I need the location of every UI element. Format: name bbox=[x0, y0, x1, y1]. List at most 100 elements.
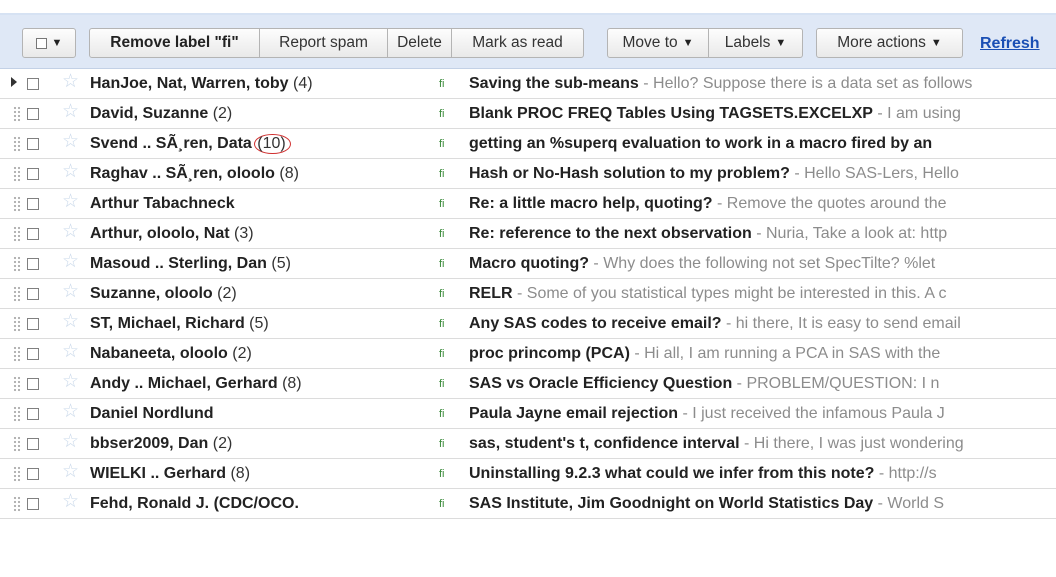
label-tag[interactable]: fi bbox=[439, 348, 445, 360]
label-tag[interactable]: fi bbox=[439, 108, 445, 120]
drag-handle-icon[interactable] bbox=[13, 106, 21, 122]
label-tag[interactable]: fi bbox=[439, 138, 445, 150]
star-icon[interactable]: ☆ bbox=[62, 192, 79, 212]
message-row[interactable]: ☆ Arthur, oloolo, Nat (3) fi Re: referen… bbox=[0, 219, 1056, 249]
label-tag[interactable]: fi bbox=[439, 378, 445, 390]
label-tag[interactable]: fi bbox=[439, 228, 445, 240]
subject-line[interactable]: Re: reference to the next observation - … bbox=[469, 225, 1056, 243]
row-checkbox[interactable] bbox=[27, 108, 39, 120]
star-icon[interactable]: ☆ bbox=[62, 222, 79, 242]
subject-line[interactable]: Blank PROC FREQ Tables Using TAGSETS.EXC… bbox=[469, 105, 1056, 123]
star-icon[interactable]: ☆ bbox=[62, 402, 79, 422]
drag-handle-icon[interactable] bbox=[13, 286, 21, 302]
drag-handle-icon[interactable] bbox=[13, 256, 21, 272]
drag-handle-icon[interactable] bbox=[13, 346, 21, 362]
sender-names[interactable]: Suzanne, oloolo (2) bbox=[90, 285, 237, 303]
subject-line[interactable]: Re: a little macro help, quoting? - Remo… bbox=[469, 195, 1056, 213]
row-checkbox[interactable] bbox=[27, 408, 39, 420]
row-checkbox[interactable] bbox=[27, 288, 39, 300]
sender-names[interactable]: David, Suzanne (2) bbox=[90, 105, 232, 123]
subject-line[interactable]: getting an %superq evaluation to work in… bbox=[469, 135, 1056, 153]
subject-line[interactable]: proc princomp (PCA) - Hi all, I am runni… bbox=[469, 345, 1056, 363]
sender-names[interactable]: Raghav .. SÃ¸ren, oloolo (8) bbox=[90, 165, 299, 183]
sender-names[interactable]: Nabaneeta, oloolo (2) bbox=[90, 345, 252, 363]
row-checkbox[interactable] bbox=[27, 198, 39, 210]
star-icon[interactable]: ☆ bbox=[62, 432, 79, 452]
label-tag[interactable]: fi bbox=[439, 318, 445, 330]
label-tag[interactable]: fi bbox=[439, 408, 445, 420]
drag-handle-icon[interactable] bbox=[13, 316, 21, 332]
message-row[interactable]: ☆ Nabaneeta, oloolo (2) fi proc princomp… bbox=[0, 339, 1056, 369]
row-checkbox[interactable] bbox=[27, 78, 39, 90]
delete-button[interactable]: Delete bbox=[388, 28, 452, 58]
message-row[interactable]: ☆ bbser2009, Dan (2) fi sas, student's t… bbox=[0, 429, 1056, 459]
message-row[interactable]: ☆ WIELKI .. Gerhard (8) fi Uninstalling … bbox=[0, 459, 1056, 489]
label-tag[interactable]: fi bbox=[439, 438, 445, 450]
sender-names[interactable]: Arthur, oloolo, Nat (3) bbox=[90, 225, 254, 243]
star-icon[interactable]: ☆ bbox=[62, 282, 79, 302]
drag-handle-icon[interactable] bbox=[13, 406, 21, 422]
message-row[interactable]: ☆ Fehd, Ronald J. (CDC/OCO. fi SAS Insti… bbox=[0, 489, 1056, 519]
drag-handle-icon[interactable] bbox=[13, 136, 21, 152]
label-tag[interactable]: fi bbox=[439, 258, 445, 270]
sender-names[interactable]: bbser2009, Dan (2) bbox=[90, 435, 232, 453]
row-checkbox[interactable] bbox=[27, 168, 39, 180]
message-row[interactable]: ☆ Arthur Tabachneck fi Re: a little macr… bbox=[0, 189, 1056, 219]
message-row[interactable]: ☆ Suzanne, oloolo (2) fi RELR - Some of … bbox=[0, 279, 1056, 309]
message-row[interactable]: ☆ David, Suzanne (2) fi Blank PROC FREQ … bbox=[0, 99, 1056, 129]
sender-names[interactable]: Arthur Tabachneck bbox=[90, 195, 235, 213]
row-checkbox[interactable] bbox=[27, 498, 39, 510]
sender-names[interactable]: HanJoe, Nat, Warren, toby (4) bbox=[90, 75, 313, 93]
refresh-link[interactable]: Refresh bbox=[980, 35, 1040, 53]
message-row[interactable]: ☆ Daniel Nordlund fi Paula Jayne email r… bbox=[0, 399, 1056, 429]
drag-handle-icon[interactable] bbox=[13, 436, 21, 452]
label-tag[interactable]: fi bbox=[439, 198, 445, 210]
message-row[interactable]: ☆ HanJoe, Nat, Warren, toby (4) fi Savin… bbox=[0, 69, 1056, 99]
sender-names[interactable]: Daniel Nordlund bbox=[90, 405, 214, 423]
subject-line[interactable]: RELR - Some of you statistical types mig… bbox=[469, 285, 1056, 303]
sender-names[interactable]: Svend .. SÃ¸ren, Data (10) bbox=[90, 134, 291, 154]
subject-line[interactable]: SAS Institute, Jim Goodnight on World St… bbox=[469, 495, 1056, 513]
labels-button[interactable]: Labels ▼ bbox=[709, 28, 803, 58]
star-icon[interactable]: ☆ bbox=[62, 372, 79, 392]
subject-line[interactable]: Paula Jayne email rejection - I just rec… bbox=[469, 405, 1056, 423]
row-checkbox[interactable] bbox=[27, 138, 39, 150]
row-checkbox[interactable] bbox=[27, 228, 39, 240]
subject-line[interactable]: Hash or No-Hash solution to my problem? … bbox=[469, 165, 1056, 183]
subject-line[interactable]: sas, student's t, confidence interval - … bbox=[469, 435, 1056, 453]
drag-handle-icon[interactable] bbox=[13, 196, 21, 212]
label-tag[interactable]: fi bbox=[439, 288, 445, 300]
label-tag[interactable]: fi bbox=[439, 468, 445, 480]
subject-line[interactable]: Uninstalling 9.2.3 what could we infer f… bbox=[469, 465, 1056, 483]
row-checkbox[interactable] bbox=[27, 438, 39, 450]
star-icon[interactable]: ☆ bbox=[62, 492, 79, 512]
remove-label-button[interactable]: Remove label "fi" bbox=[89, 28, 260, 58]
star-icon[interactable]: ☆ bbox=[62, 132, 79, 152]
row-checkbox[interactable] bbox=[27, 318, 39, 330]
star-icon[interactable]: ☆ bbox=[62, 462, 79, 482]
sender-names[interactable]: WIELKI .. Gerhard (8) bbox=[90, 465, 250, 483]
label-tag[interactable]: fi bbox=[439, 168, 445, 180]
star-icon[interactable]: ☆ bbox=[62, 102, 79, 122]
drag-handle-icon[interactable] bbox=[13, 166, 21, 182]
message-row[interactable]: ☆ Svend .. SÃ¸ren, Data (10) fi getting … bbox=[0, 129, 1056, 159]
message-row[interactable]: ☆ Masoud .. Sterling, Dan (5) fi Macro q… bbox=[0, 249, 1056, 279]
drag-handle-icon[interactable] bbox=[13, 226, 21, 242]
label-tag[interactable]: fi bbox=[439, 78, 445, 90]
subject-line[interactable]: Saving the sub-means - Hello? Suppose th… bbox=[469, 75, 1056, 93]
star-icon[interactable]: ☆ bbox=[62, 252, 79, 272]
subject-line[interactable]: Macro quoting? - Why does the following … bbox=[469, 255, 1056, 273]
sender-names[interactable]: Masoud .. Sterling, Dan (5) bbox=[90, 255, 291, 273]
row-checkbox[interactable] bbox=[27, 468, 39, 480]
message-row[interactable]: ☆ ST, Michael, Richard (5) fi Any SAS co… bbox=[0, 309, 1056, 339]
sender-names[interactable]: Andy .. Michael, Gerhard (8) bbox=[90, 375, 302, 393]
move-to-button[interactable]: Move to ▼ bbox=[607, 28, 709, 58]
star-icon[interactable]: ☆ bbox=[62, 162, 79, 182]
star-icon[interactable]: ☆ bbox=[62, 72, 79, 92]
select-dropdown-button[interactable]: ▼ bbox=[22, 28, 76, 58]
star-icon[interactable]: ☆ bbox=[62, 342, 79, 362]
report-spam-button[interactable]: Report spam bbox=[260, 28, 388, 58]
row-checkbox[interactable] bbox=[27, 378, 39, 390]
message-row[interactable]: ☆ Raghav .. SÃ¸ren, oloolo (8) fi Hash o… bbox=[0, 159, 1056, 189]
more-actions-button[interactable]: More actions ▼ bbox=[816, 28, 963, 58]
